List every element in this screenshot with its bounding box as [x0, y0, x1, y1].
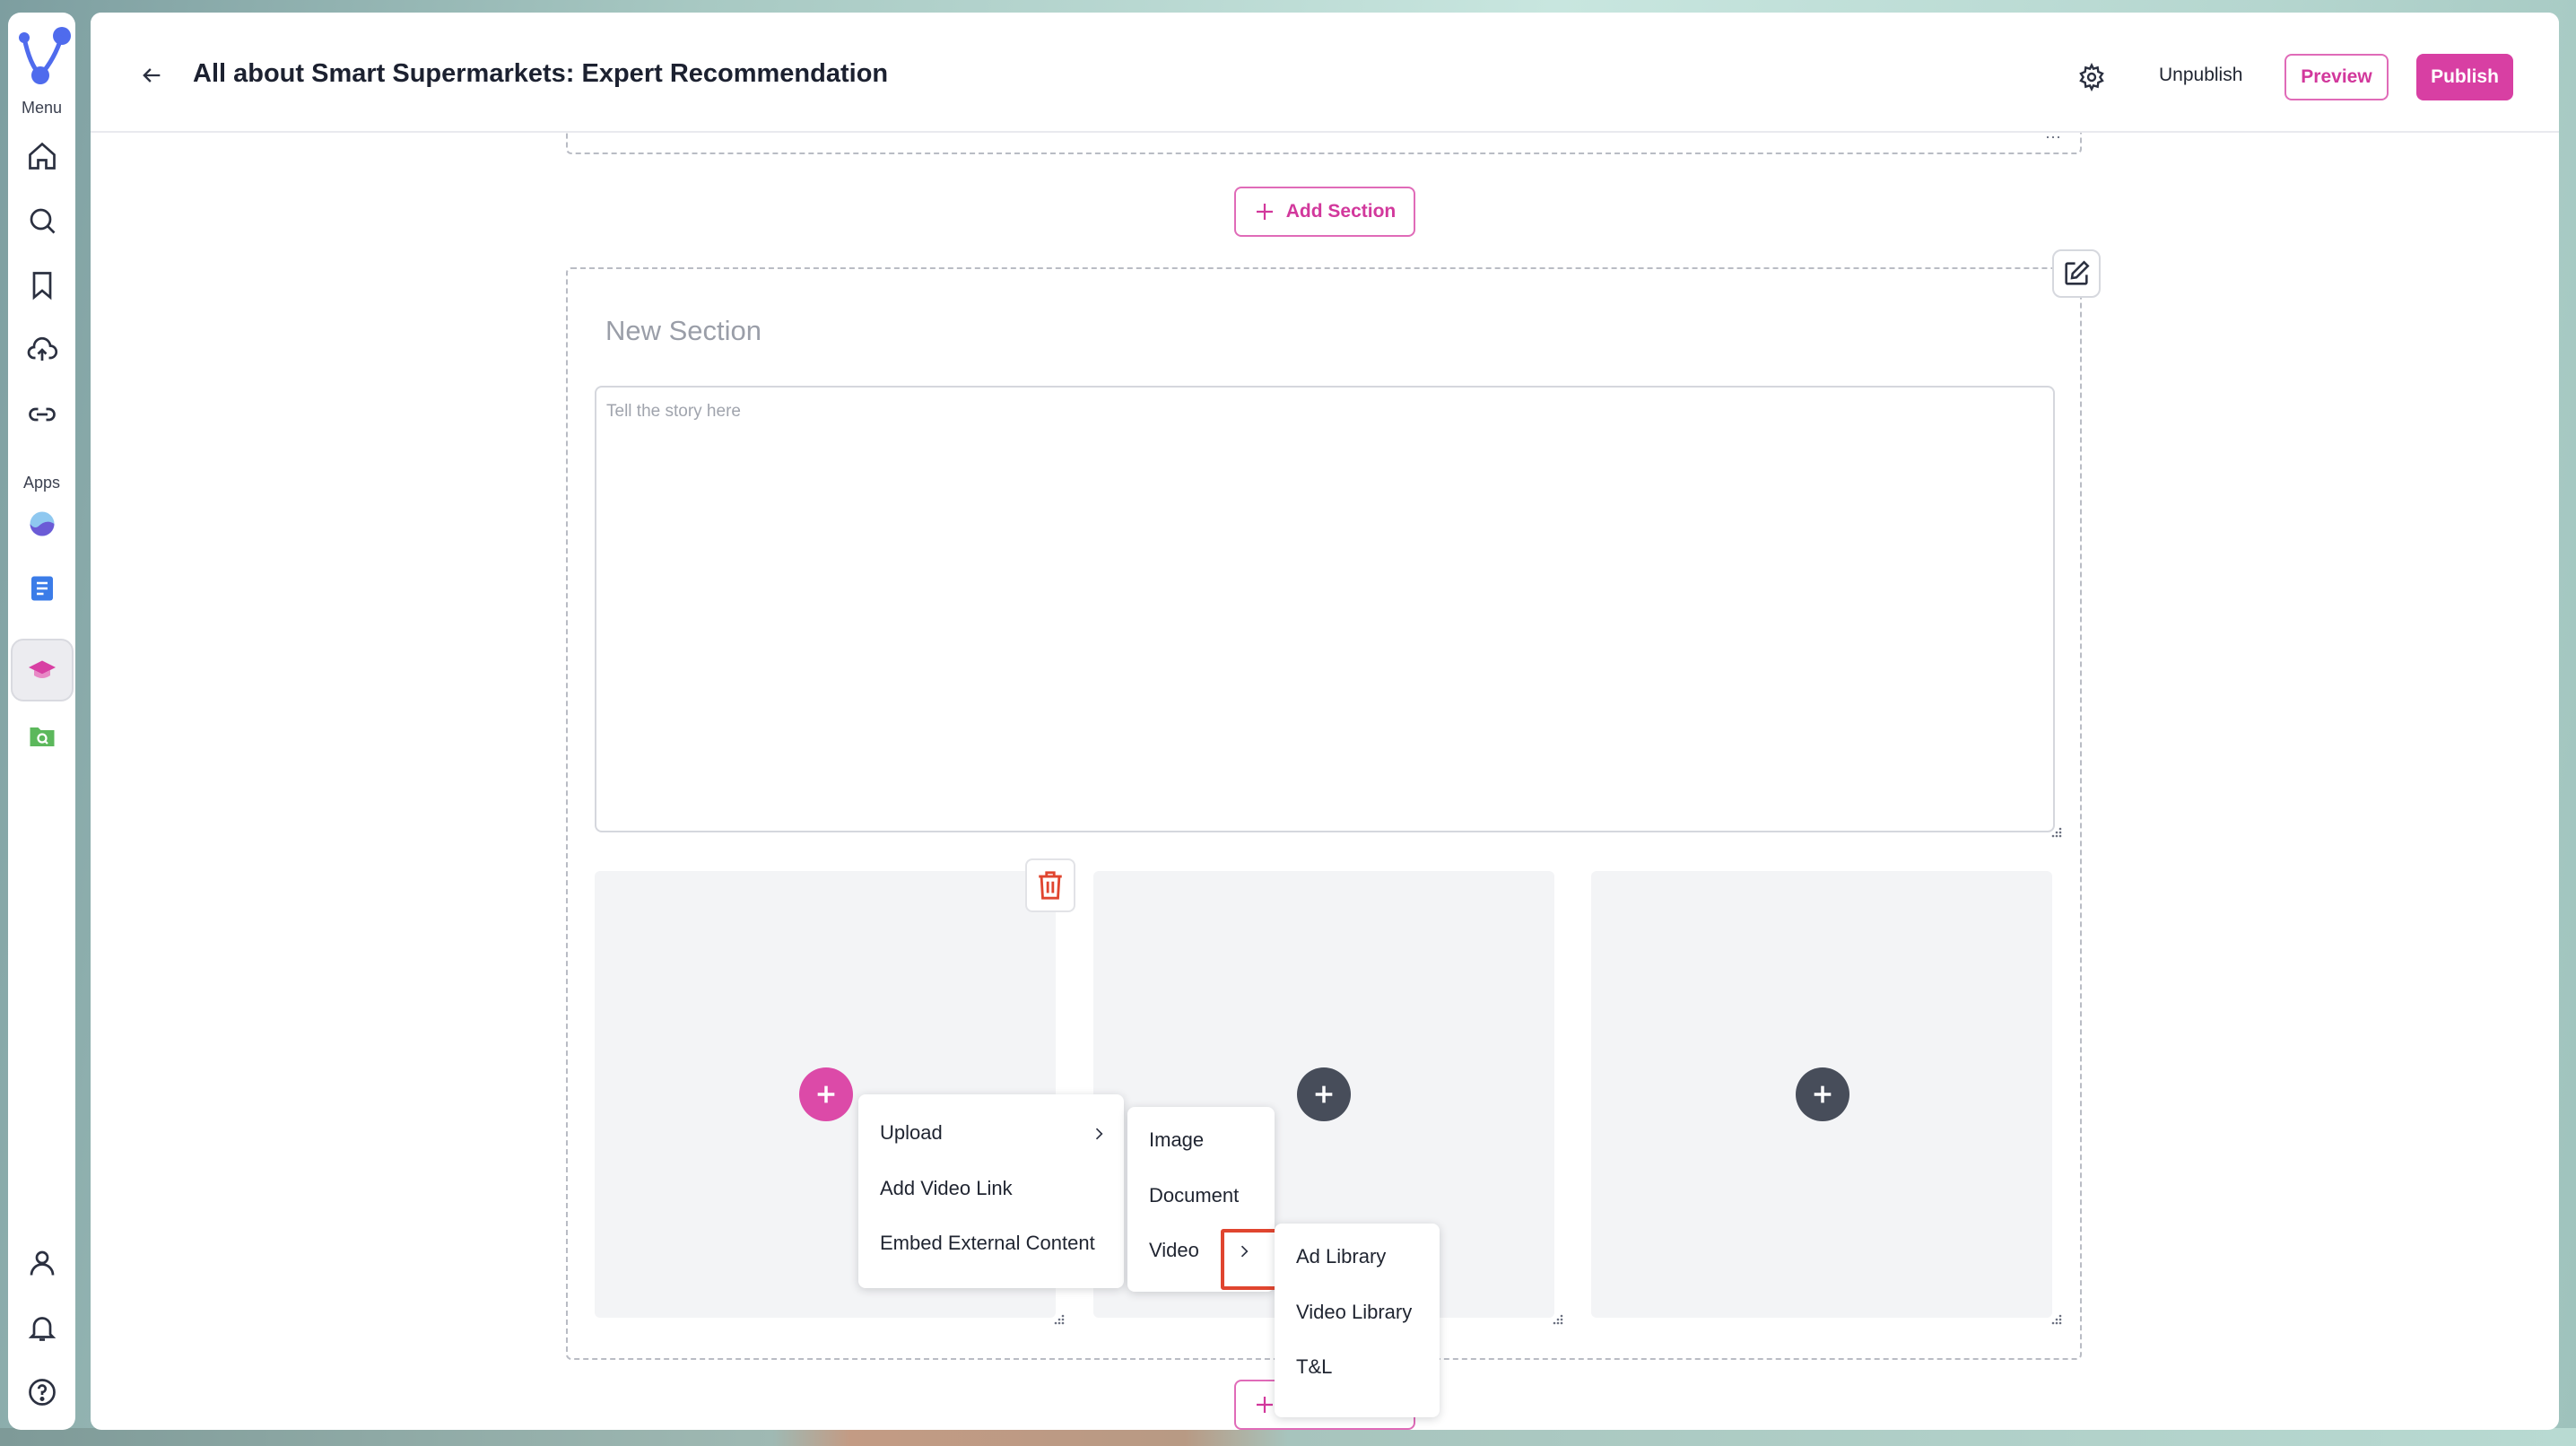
publish-button[interactable]: Publish: [2416, 54, 2513, 100]
resize-handle-icon[interactable]: [1551, 1314, 1563, 1327]
media-options-menu: Upload Add Video Link Embed External Con…: [858, 1094, 1124, 1288]
menu-item-ad-library[interactable]: Ad Library: [1296, 1245, 1386, 1268]
link-icon[interactable]: [22, 395, 62, 434]
bookmark-icon[interactable]: [22, 266, 62, 305]
search-icon[interactable]: [22, 201, 62, 240]
menu-item-video[interactable]: Video: [1149, 1239, 1199, 1262]
plus-icon: [1256, 1397, 1273, 1413]
background-strip: [0, 1428, 2576, 1446]
analytics-app-icon[interactable]: [22, 504, 62, 544]
story-placeholder: Tell the story here: [606, 402, 741, 421]
home-icon[interactable]: [22, 136, 62, 176]
add-section-label: Add Section: [1285, 201, 1397, 222]
bell-icon[interactable]: [22, 1308, 62, 1347]
trash-icon[interactable]: [1025, 858, 1075, 912]
apps-label: Apps: [22, 474, 61, 492]
chevron-right-icon: [1095, 1128, 1103, 1140]
edit-icon[interactable]: [2052, 249, 2101, 298]
menu-item-add-video-link[interactable]: Add Video Link: [880, 1177, 1013, 1200]
story-textarea[interactable]: [595, 386, 2055, 832]
app-sidebar: Menu Apps: [8, 13, 75, 1430]
add-media-plus-icon[interactable]: [1297, 1067, 1351, 1121]
add-section-button[interactable]: Add Section: [1234, 187, 1415, 237]
page-title: All about Smart Supermarkets: Expert Rec…: [193, 59, 889, 88]
user-icon[interactable]: [22, 1243, 62, 1283]
resize-handle-icon[interactable]: [2049, 827, 2062, 840]
help-icon[interactable]: [22, 1372, 62, 1412]
gear-icon[interactable]: [2074, 59, 2110, 95]
video-submenu: Ad Library Video Library T&L: [1275, 1224, 1440, 1417]
back-arrow-icon[interactable]: [134, 57, 170, 93]
plus-icon: [1256, 204, 1273, 220]
menu-item-image[interactable]: Image: [1149, 1128, 1204, 1152]
menu-item-embed-external-content[interactable]: Embed External Content: [880, 1232, 1095, 1255]
resize-handle-icon[interactable]: [1052, 1314, 1065, 1327]
upload-cloud-icon[interactable]: [22, 330, 62, 370]
add-media-plus-icon[interactable]: [799, 1067, 853, 1121]
top-bar: All about Smart Supermarkets: Expert Rec…: [91, 13, 2559, 133]
document-app-icon[interactable]: [22, 569, 62, 608]
resize-handle-icon[interactable]: [2049, 1314, 2062, 1327]
menu-label: Menu: [21, 99, 63, 117]
preview-button[interactable]: Preview: [2284, 54, 2389, 100]
menu-item-tl[interactable]: T&L: [1296, 1355, 1332, 1379]
menu-item-upload[interactable]: Upload: [880, 1121, 943, 1145]
add-media-plus-icon[interactable]: [1796, 1067, 1849, 1121]
section-title-input[interactable]: New Section: [605, 315, 761, 347]
brand-logo[interactable]: [15, 20, 71, 91]
menu-item-document[interactable]: Document: [1149, 1184, 1239, 1207]
editor-main: All about Smart Supermarkets: Expert Rec…: [91, 13, 2559, 1430]
menu-item-video-library[interactable]: Video Library: [1296, 1301, 1412, 1324]
unpublish-button[interactable]: Unpublish: [2159, 65, 2242, 86]
folder-search-app-icon[interactable]: [22, 716, 62, 755]
learning-app-icon[interactable]: [11, 639, 74, 701]
